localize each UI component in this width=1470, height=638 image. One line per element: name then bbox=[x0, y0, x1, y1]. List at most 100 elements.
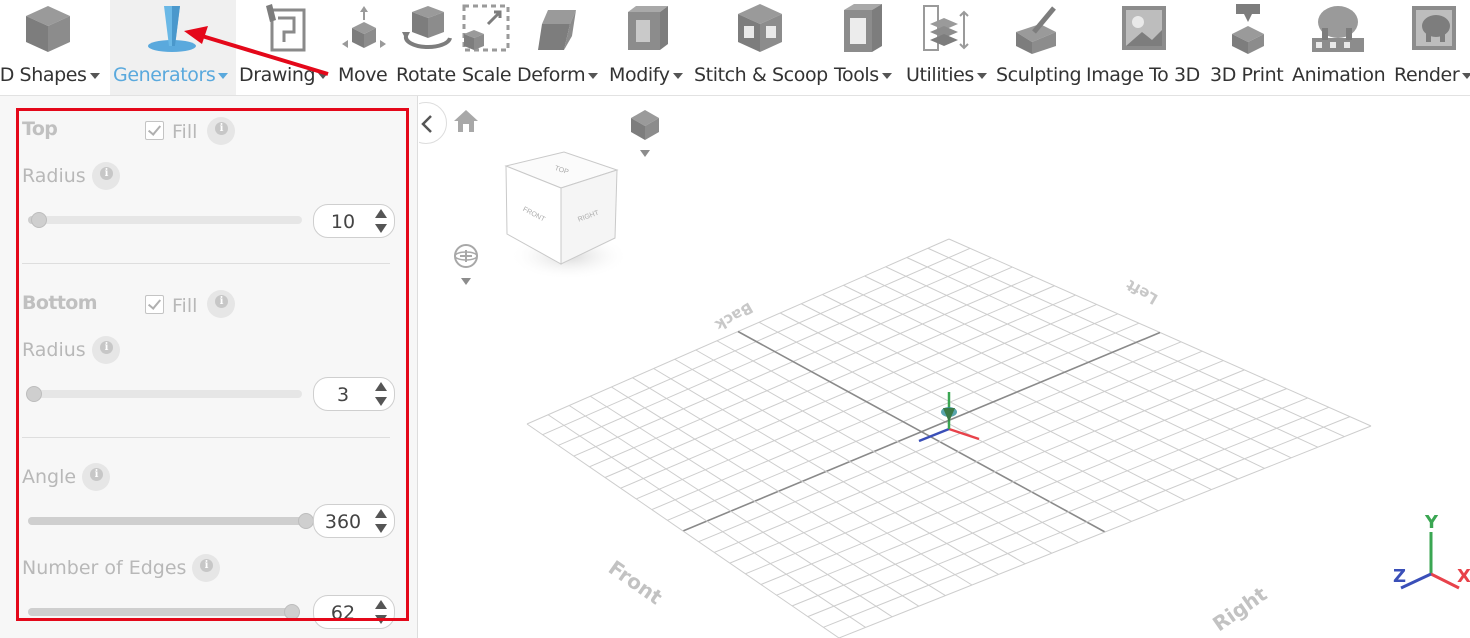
slider-fill bbox=[28, 608, 292, 616]
top-radius-info-icon[interactable]: i bbox=[92, 162, 120, 190]
toolbar-deform[interactable]: Deform bbox=[514, 0, 606, 95]
toolbar-label: Render bbox=[1394, 64, 1460, 86]
origin-gizmo bbox=[918, 392, 980, 443]
toolbar-3d-shapes[interactable]: 3D Shapes bbox=[0, 0, 109, 95]
grid-line bbox=[807, 406, 1329, 618]
edges-info-icon[interactable]: i bbox=[192, 554, 220, 582]
top-radius-label: Radius bbox=[22, 165, 86, 187]
divider bbox=[22, 437, 390, 438]
toolbar-label: Deform bbox=[517, 64, 586, 86]
slider-fill bbox=[28, 517, 306, 525]
angle-label: Angle bbox=[22, 466, 77, 488]
toolbar-label: 3D Shapes bbox=[0, 64, 87, 86]
generator-icon bbox=[148, 6, 196, 52]
stitch-scoop-icon bbox=[738, 4, 782, 52]
chevron-down-icon bbox=[318, 72, 329, 79]
toolbar-render[interactable]: Render bbox=[1390, 0, 1470, 95]
drawing-icon bbox=[266, 4, 306, 52]
image-to-3d-icon bbox=[1122, 6, 1166, 50]
bottom-fill-checkbox[interactable] bbox=[145, 295, 164, 314]
toolbar-label: Utilities bbox=[906, 64, 974, 86]
tools-icon bbox=[844, 4, 882, 52]
decrement-arrow-icon[interactable] bbox=[375, 524, 387, 533]
bottom-radius-label: Radius bbox=[22, 339, 86, 361]
decrement-arrow-icon[interactable] bbox=[375, 397, 387, 406]
cube-icon bbox=[26, 6, 70, 52]
bottom-radius-info-icon[interactable]: i bbox=[92, 336, 120, 364]
grid-label-front: Front bbox=[604, 555, 667, 609]
decrement-arrow-icon[interactable] bbox=[375, 224, 387, 233]
increment-arrow-icon[interactable] bbox=[375, 382, 387, 391]
edges-value: 62 bbox=[330, 602, 356, 624]
3d-viewport[interactable]: TOP FRONT RIGHT Back Left Front Right Y … bbox=[419, 96, 1470, 638]
bottom-radius-slider[interactable] bbox=[26, 386, 302, 402]
increment-arrow-icon[interactable] bbox=[375, 600, 387, 609]
slider-thumb[interactable] bbox=[26, 386, 42, 402]
angle-input[interactable]: 360 bbox=[313, 504, 395, 538]
scale-icon bbox=[462, 4, 510, 52]
grid-label-left: Left bbox=[1123, 276, 1161, 308]
edges-slider[interactable] bbox=[28, 604, 300, 620]
top-heading: Top bbox=[22, 118, 58, 140]
chevron-down-icon bbox=[1462, 72, 1470, 79]
decrement-arrow-icon[interactable] bbox=[375, 615, 387, 624]
angle-info-icon[interactable]: i bbox=[82, 463, 110, 491]
increment-arrow-icon[interactable] bbox=[375, 509, 387, 518]
axis-x-label: X bbox=[1457, 566, 1470, 587]
toolbar-label: Image To 3D bbox=[1086, 64, 1200, 86]
3d-print-icon bbox=[1232, 4, 1264, 54]
angle-slider[interactable] bbox=[28, 513, 314, 529]
animation-icon bbox=[1312, 6, 1364, 52]
slider-thumb[interactable] bbox=[30, 212, 47, 228]
top-radius-input[interactable]: 10 bbox=[313, 204, 395, 238]
toolbar-animation[interactable]: Animation bbox=[1290, 0, 1390, 95]
app-window: 3D Shapes Generators Drawing bbox=[0, 0, 1470, 638]
top-fill-label: Fill bbox=[172, 121, 198, 143]
toolbar-image-to-3d[interactable]: Image To 3D bbox=[1086, 0, 1206, 95]
rotate-icon bbox=[402, 6, 452, 50]
top-info-icon[interactable]: i bbox=[207, 117, 235, 145]
chevron-down-icon bbox=[218, 72, 229, 79]
sculpting-icon bbox=[1016, 6, 1056, 54]
toolbar-generators[interactable]: Generators bbox=[110, 0, 236, 95]
toolbar-modify[interactable]: Modify bbox=[606, 0, 692, 95]
bottom-heading: Bottom bbox=[22, 292, 98, 314]
slider-thumb[interactable] bbox=[283, 604, 300, 620]
bottom-radius-value: 3 bbox=[336, 384, 350, 406]
utilities-icon bbox=[923, 5, 969, 51]
toolbar-sculpting[interactable]: Sculpting bbox=[996, 0, 1086, 95]
ground-grid: Back Left Front Right bbox=[526, 238, 1372, 638]
chevron-down-icon bbox=[588, 72, 599, 79]
increment-arrow-icon[interactable] bbox=[375, 209, 387, 218]
grid-line bbox=[838, 425, 1372, 638]
top-fill-checkbox[interactable] bbox=[145, 121, 164, 140]
grid-label-right: Right bbox=[1208, 582, 1272, 637]
toolbar-rotate[interactable]: Rotate bbox=[394, 0, 460, 95]
render-icon bbox=[1412, 6, 1456, 50]
toolbar-utilities[interactable]: Utilities bbox=[904, 0, 996, 95]
bottom-info-icon[interactable]: i bbox=[207, 290, 235, 318]
toolbar-tools[interactable]: Tools bbox=[832, 0, 904, 95]
toolbar-3d-print[interactable]: 3D Print bbox=[1206, 0, 1290, 95]
bottom-fill-label: Fill bbox=[172, 295, 198, 317]
edges-input[interactable]: 62 bbox=[313, 595, 395, 629]
top-radius-slider[interactable] bbox=[28, 212, 302, 228]
top-radius-value: 10 bbox=[330, 211, 356, 233]
toolbar-scale[interactable]: Scale bbox=[460, 0, 514, 95]
toolbar-label: Drawing bbox=[239, 64, 316, 86]
bottom-radius-input[interactable]: 3 bbox=[313, 377, 395, 411]
chevron-down-icon bbox=[976, 72, 987, 79]
move-icon bbox=[342, 6, 386, 48]
toolbar-stitch-scoop[interactable]: Stitch & Scoop bbox=[692, 0, 832, 95]
edges-label: Number of Edges bbox=[22, 557, 187, 579]
grid-line bbox=[526, 423, 840, 638]
toolbar-label: 3D Print bbox=[1210, 64, 1284, 86]
toolbar-label: Sculpting bbox=[996, 64, 1082, 86]
slider-thumb[interactable] bbox=[298, 513, 314, 529]
toolbar-label: Modify bbox=[609, 64, 670, 86]
toolbar-drawing[interactable]: Drawing bbox=[236, 0, 334, 95]
chevron-down-icon bbox=[672, 72, 683, 79]
toolbar-move[interactable]: Move bbox=[334, 0, 394, 95]
modify-icon bbox=[628, 6, 668, 50]
toolbar-label: Stitch & Scoop bbox=[694, 64, 828, 86]
